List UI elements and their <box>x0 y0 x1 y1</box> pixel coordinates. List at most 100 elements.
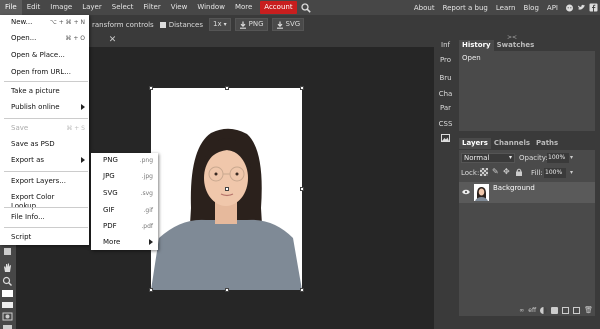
new-group-icon[interactable] <box>562 306 570 314</box>
tab-layers[interactable]: Layers <box>459 138 491 149</box>
transform-handle[interactable] <box>149 86 153 90</box>
export-extension: .pdf <box>141 223 153 230</box>
opacity-dropdown-icon[interactable]: ▾ <box>570 154 573 161</box>
effects-label[interactable]: eff <box>528 307 536 314</box>
link-layers-icon[interactable]: ∞ <box>519 307 524 314</box>
rectangle-tool-icon[interactable] <box>2 246 13 257</box>
menu-item-publish-online[interactable]: Publish online <box>11 103 85 112</box>
account-button[interactable]: Account <box>260 1 297 14</box>
transform-handle[interactable] <box>225 187 229 191</box>
menu-item-save-psd[interactable]: Save as PSD <box>11 140 85 149</box>
lock-all-icon[interactable] <box>515 168 523 176</box>
menu-item-take-picture[interactable]: Take a picture <box>11 87 85 96</box>
fill-input[interactable]: 100% <box>544 168 566 178</box>
tab-history[interactable]: History <box>459 40 494 51</box>
menu-edit[interactable]: Edit <box>22 0 46 15</box>
menu-select[interactable]: Select <box>107 0 139 15</box>
hand-tool-icon[interactable] <box>2 262 13 273</box>
image-panel-icon[interactable] <box>434 134 457 144</box>
menu-item-open-url[interactable]: Open from URL... <box>11 68 85 77</box>
export-png-button[interactable]: PNG <box>234 18 268 31</box>
lock-move-icon[interactable]: ✥ <box>503 168 511 176</box>
transform-handle[interactable] <box>225 86 229 90</box>
export-submenu: PNG .png JPG .jpg SVG .svg GIF .gif PDF .pdf … <box>91 153 158 250</box>
export-jpg-item[interactable]: JPG .jpg <box>103 172 153 181</box>
paragraph-panel-button[interactable]: Par <box>434 104 457 112</box>
lock-paint-icon[interactable]: ✎ <box>492 168 500 176</box>
menu-more[interactable]: More <box>230 0 257 15</box>
export-svg-item[interactable]: SVG .svg <box>103 189 153 198</box>
menu-item-export-layers[interactable]: Export Layers... <box>11 177 85 186</box>
export-more-item[interactable]: More <box>103 238 153 247</box>
export-svg-button[interactable]: SVG <box>271 18 305 31</box>
transform-handle[interactable] <box>300 187 304 191</box>
menu-window[interactable]: Window <box>192 0 230 15</box>
new-layer-icon[interactable] <box>573 306 581 314</box>
api-link[interactable]: API <box>543 4 562 12</box>
menu-item-save[interactable]: Save ⌘ + S <box>11 124 85 133</box>
export-gif-item[interactable]: GIF .gif <box>103 206 153 215</box>
tab-swatches[interactable]: Swatches <box>493 40 538 51</box>
quick-mask-icon[interactable] <box>2 312 13 323</box>
foreground-color-swatch[interactable] <box>2 290 13 301</box>
transform-handle[interactable] <box>300 86 304 90</box>
report-bug-link[interactable]: Report a bug <box>439 4 492 12</box>
css-panel-button[interactable]: CSS <box>434 120 457 128</box>
menu-item-label: Open & Place... <box>11 51 65 59</box>
lock-transparency-icon[interactable] <box>480 168 488 176</box>
menu-item-file-info[interactable]: File Info... <box>11 213 85 222</box>
download-icon <box>276 21 283 29</box>
visibility-eye-icon[interactable] <box>462 188 470 196</box>
history-entry[interactable]: Open <box>459 51 595 65</box>
opacity-input[interactable]: 100% <box>547 153 569 163</box>
mask-icon[interactable] <box>551 306 559 314</box>
adjustment-layer-icon[interactable] <box>540 306 548 314</box>
tab-paths[interactable]: Paths <box>533 138 562 149</box>
blog-link[interactable]: Blog <box>519 4 542 12</box>
transform-handle[interactable] <box>300 288 304 292</box>
menu-shortcut: ⌘ + S <box>66 125 85 132</box>
submenu-arrow-icon <box>81 104 85 110</box>
menu-item-export-as[interactable]: Export as <box>11 156 85 165</box>
info-panel-button[interactable]: Inf <box>434 41 457 49</box>
facebook-icon[interactable] <box>589 3 598 12</box>
about-link[interactable]: About <box>410 4 439 12</box>
brush-panel-button[interactable]: Bru <box>434 74 457 82</box>
export-extension: .svg <box>140 190 153 197</box>
menu-item-export-color-lookup[interactable]: Export Color Lookup... <box>11 193 85 211</box>
properties-panel-button[interactable]: Pro <box>434 56 457 64</box>
transform-handle[interactable] <box>225 288 229 292</box>
fill-dropdown-icon[interactable]: ▾ <box>570 169 573 176</box>
menu-view[interactable]: View <box>166 0 193 15</box>
distances-option[interactable]: Distances <box>159 21 203 29</box>
menu-layer[interactable]: Layer <box>77 0 107 15</box>
layer-thumbnail <box>474 184 489 201</box>
menu-image[interactable]: Image <box>45 0 77 15</box>
learn-link[interactable]: Learn <box>492 4 520 12</box>
transform-controls-option[interactable]: ransform controls <box>92 21 154 29</box>
tab-channels[interactable]: Channels <box>490 138 534 149</box>
reddit-icon[interactable] <box>565 3 574 12</box>
twitter-icon[interactable] <box>577 3 586 12</box>
export-png-item[interactable]: PNG .png <box>103 156 153 165</box>
search-icon[interactable] <box>300 2 311 13</box>
layer-name[interactable]: Background <box>493 184 535 192</box>
layer-row[interactable]: Background <box>459 182 595 203</box>
menu-item-open-place[interactable]: Open & Place... <box>11 51 85 60</box>
distances-checkbox[interactable] <box>159 21 166 28</box>
close-icon[interactable]: ✕ <box>107 35 118 46</box>
screen-mode-icon[interactable] <box>2 324 13 329</box>
export-pdf-item[interactable]: PDF .pdf <box>103 222 153 231</box>
menu-item-open[interactable]: Open... ⌘ + O <box>11 34 85 43</box>
zoom-select[interactable]: 1x ▾ <box>208 18 231 31</box>
menu-shortcut: ⌘ + O <box>65 35 85 42</box>
blend-mode-select[interactable]: Normal ▾ <box>461 153 515 163</box>
menu-file[interactable]: File <box>0 0 22 15</box>
menu-item-new[interactable]: New... ⌥ + ⌘ + N <box>11 18 85 27</box>
transform-handle[interactable] <box>149 288 153 292</box>
trash-icon[interactable]: 🗑 <box>584 306 593 314</box>
character-panel-button[interactable]: Cha <box>434 90 457 98</box>
menu-filter[interactable]: Filter <box>138 0 165 15</box>
zoom-tool-icon[interactable] <box>2 276 13 287</box>
menu-item-script[interactable]: Script <box>11 233 85 242</box>
